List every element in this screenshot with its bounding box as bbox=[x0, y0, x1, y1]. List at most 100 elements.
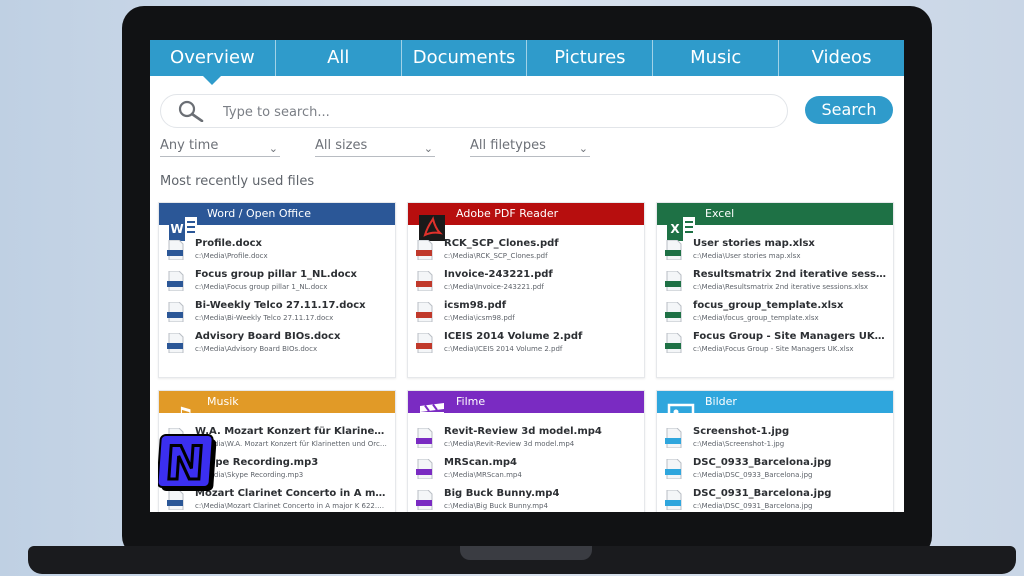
tab-bar: Overview All Documents Pictures Music Vi… bbox=[150, 40, 904, 85]
file-list: Profile.docx c:\Media\Profile.docx Focus g… bbox=[167, 237, 389, 361]
size-filter-label: All sizes bbox=[315, 138, 368, 153]
file-path: c:\Media\User stories map.xlsx bbox=[693, 252, 801, 260]
card-title: Word / Open Office bbox=[207, 207, 311, 220]
file-row[interactable]: Profile.docx c:\Media\Profile.docx bbox=[167, 237, 389, 268]
file-name: DSC_0933_Barcelona.jpg bbox=[693, 457, 832, 468]
file-row[interactable]: DSC_0933_Barcelona.jpg c:\Media\DSC_0933_… bbox=[665, 456, 887, 487]
search-box[interactable] bbox=[160, 94, 788, 128]
file-card-adobe-pdf-reader: Adobe PDF Reader RCK_SCP_Clones.pdf c:\Med… bbox=[407, 202, 645, 378]
file-name: Screenshot-1.jpg bbox=[693, 426, 790, 437]
filetype-filter-label: All filetypes bbox=[470, 138, 546, 153]
filetype-filter-dropdown[interactable]: All filetypes ⌄ bbox=[470, 136, 590, 157]
file-row[interactable]: Focus group pillar 1_NL.docx c:\Media\Foc… bbox=[167, 268, 389, 299]
file-xlsx-icon bbox=[665, 271, 682, 291]
file-row[interactable]: Big Buck Bunny.mp4 c:\Media\Big Buck Bunn… bbox=[416, 487, 638, 512]
file-card-bilder: Bilder Screenshot-1.jpg c:\Media\Screensho… bbox=[656, 390, 894, 512]
file-path: c:\Media\Screenshot-1.jpg bbox=[693, 440, 785, 448]
file-row[interactable]: ICEIS 2014 Volume 2.pdf c:\Media\ICEIS 20… bbox=[416, 330, 638, 361]
file-name: Resultsmatrix 2nd iterative sessions.xls… bbox=[693, 269, 887, 280]
tab-overview[interactable]: Overview bbox=[150, 40, 276, 85]
logo-badge: N bbox=[158, 434, 217, 491]
card-header[interactable]: Bilder bbox=[657, 391, 893, 429]
time-filter-dropdown[interactable]: Any time ⌄ bbox=[160, 136, 280, 157]
section-title: Most recently used files bbox=[160, 174, 315, 189]
file-row[interactable]: Invoice-243221.pdf c:\Media\Invoice-24322… bbox=[416, 268, 638, 299]
file-docx-icon bbox=[167, 302, 184, 322]
file-path: c:\Media\DSC_0933_Barcelona.jpg bbox=[693, 471, 813, 479]
file-row[interactable]: RCK_SCP_Clones.pdf c:\Media\RCK_SCP_Clone… bbox=[416, 237, 638, 268]
file-row[interactable]: DSC_0931_Barcelona.jpg c:\Media\DSC_0931_… bbox=[665, 487, 887, 512]
file-name: Bi-Weekly Telco 27.11.17.docx bbox=[195, 300, 366, 311]
file-name: Advisory Board BIOs.docx bbox=[195, 331, 341, 342]
file-path: c:\Media\ICEIS 2014 Volume 2.pdf bbox=[444, 345, 563, 353]
file-name: Profile.docx bbox=[195, 238, 262, 249]
search-input[interactable] bbox=[221, 99, 765, 125]
time-filter-label: Any time bbox=[160, 138, 219, 153]
card-title: Musik bbox=[207, 395, 239, 408]
tab-music[interactable]: Music bbox=[653, 40, 780, 76]
svg-text:W: W bbox=[170, 222, 183, 236]
file-path: c:\Media\icsm98.pdf bbox=[444, 314, 515, 322]
file-row[interactable]: Advisory Board BIOs.docx c:\Media\Advisor… bbox=[167, 330, 389, 361]
file-xlsx-icon bbox=[665, 302, 682, 322]
tab-documents[interactable]: Documents bbox=[402, 40, 528, 76]
file-card-filme: Filme Revit-Review 3d model.mp4 c:\Media\R… bbox=[407, 390, 645, 512]
card-header[interactable]: ♫ Musik bbox=[159, 391, 395, 429]
card-title: Bilder bbox=[705, 395, 737, 408]
file-name: Revit-Review 3d model.mp4 bbox=[444, 426, 602, 437]
file-name: Focus Group - Site Managers UK.xlsx bbox=[693, 331, 887, 342]
file-row[interactable]: Resultsmatrix 2nd iterative sessions.xls… bbox=[665, 268, 887, 299]
file-pdf-icon bbox=[416, 271, 433, 291]
file-jpg-icon bbox=[665, 490, 682, 510]
file-name: W.A. Mozart Konzert für Klarinetten und.… bbox=[195, 426, 389, 437]
file-path: c:\Media\Focus Group - Site Managers UK.… bbox=[693, 345, 854, 353]
file-name: icsm98.pdf bbox=[444, 300, 507, 311]
file-jpg-icon bbox=[665, 459, 682, 479]
file-row[interactable]: Focus Group - Site Managers UK.xlsx c:\Me… bbox=[665, 330, 887, 361]
file-mp4-icon bbox=[416, 428, 433, 448]
file-path: c:\Media\Focus group pillar 1_NL.docx bbox=[195, 283, 328, 291]
file-name: Skype Recording.mp3 bbox=[195, 457, 319, 468]
file-jpg-icon bbox=[665, 428, 682, 448]
card-header[interactable]: X Excel bbox=[657, 203, 893, 241]
file-path: c:\Media\W.A. Mozart Konzert für Klarine… bbox=[195, 440, 389, 448]
file-row[interactable]: MRScan.mp4 c:\Media\MRScan.mp4 bbox=[416, 456, 638, 487]
chevron-down-icon: ⌄ bbox=[423, 142, 433, 155]
file-path: c:\Media\Revit-Review 3d model.mp4 bbox=[444, 440, 575, 448]
file-docx-icon bbox=[167, 271, 184, 291]
card-title: Excel bbox=[705, 207, 735, 220]
file-xlsx-icon bbox=[665, 333, 682, 353]
tab-videos[interactable]: Videos bbox=[779, 40, 904, 76]
file-row[interactable]: focus_group_template.xlsx c:\Media\focus_… bbox=[665, 299, 887, 330]
file-docx-icon bbox=[167, 333, 184, 353]
file-path: c:\Media\focus_group_template.xlsx bbox=[693, 314, 819, 322]
card-header[interactable]: Filme bbox=[408, 391, 644, 428]
file-name: Big Buck Bunny.mp4 bbox=[444, 488, 560, 499]
file-xlsx-icon bbox=[665, 240, 682, 260]
file-path: c:\Media\MRScan.mp4 bbox=[444, 471, 522, 479]
card-header[interactable]: W Word / Open Office bbox=[159, 203, 395, 241]
app-screen: Overview All Documents Pictures Music Vi… bbox=[150, 40, 904, 512]
file-row[interactable]: User stories map.xlsx c:\Media\User stori… bbox=[665, 237, 887, 268]
file-row[interactable]: Screenshot-1.jpg c:\Media\Screenshot-1.jp… bbox=[665, 425, 887, 456]
card-header[interactable]: Adobe PDF Reader bbox=[408, 203, 644, 241]
file-name: Mozart Clarinet Concerto in A major K 62… bbox=[195, 488, 389, 499]
file-row[interactable]: icsm98.pdf c:\Media\icsm98.pdf bbox=[416, 299, 638, 330]
tab-pictures[interactable]: Pictures bbox=[527, 40, 654, 76]
file-name: Invoice-243221.pdf bbox=[444, 269, 553, 280]
file-path: c:\Media\Profile.docx bbox=[195, 252, 268, 260]
file-row[interactable]: Bi-Weekly Telco 27.11.17.docx c:\Media\Bi… bbox=[167, 299, 389, 330]
file-mp4-icon bbox=[416, 490, 433, 510]
file-pdf-icon bbox=[416, 302, 433, 322]
card-title: Filme bbox=[456, 395, 486, 408]
file-row[interactable]: Revit-Review 3d model.mp4 c:\Media\Revit-… bbox=[416, 425, 638, 456]
file-list: User stories map.xlsx c:\Media\User stori… bbox=[665, 237, 887, 361]
file-path: c:\Media\Resultsmatrix 2nd iterative ses… bbox=[693, 283, 869, 291]
card-title: Adobe PDF Reader bbox=[456, 207, 559, 220]
search-button[interactable]: Search bbox=[805, 96, 893, 124]
file-name: User stories map.xlsx bbox=[693, 238, 815, 249]
file-name: ICEIS 2014 Volume 2.pdf bbox=[444, 331, 583, 342]
tab-all[interactable]: All bbox=[276, 40, 402, 76]
file-path: c:\Media\DSC_0931_Barcelona.jpg bbox=[693, 502, 813, 510]
size-filter-dropdown[interactable]: All sizes ⌄ bbox=[315, 136, 435, 157]
